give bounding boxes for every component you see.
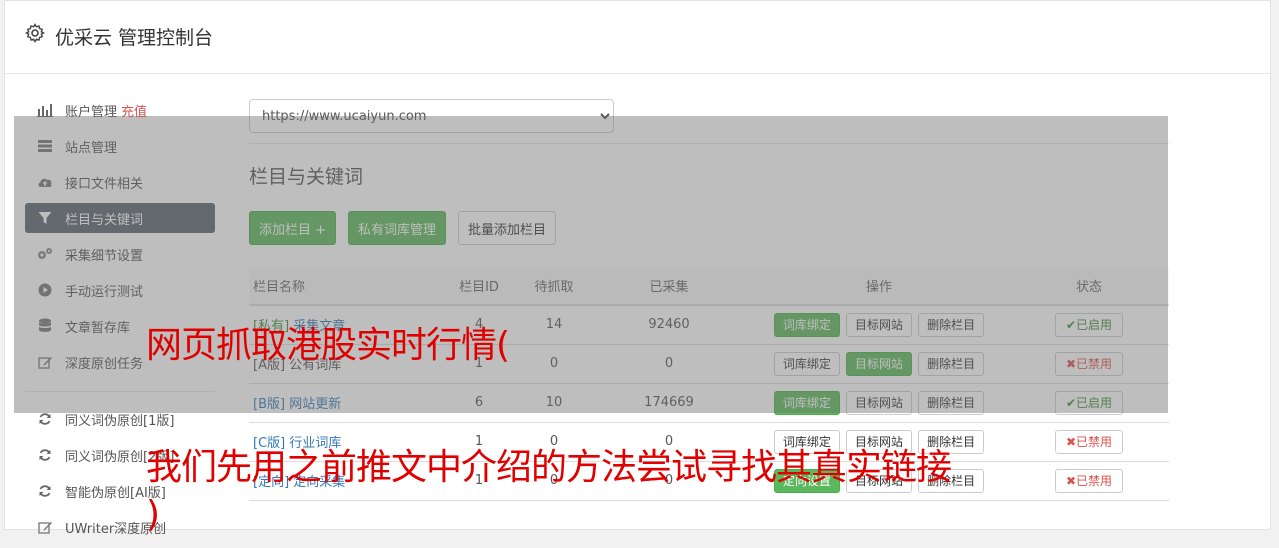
row-id: 6: [439, 383, 519, 423]
sidebar-item-interface[interactable]: 接口文件相关: [25, 167, 215, 197]
row-name-cell: [B版] 网站更新: [249, 383, 439, 423]
overlay-caption-line2: 我们先用之前推文中介绍的方法尝试寻找其真实链接: [146, 447, 952, 488]
sidebar-item-synonym-v1[interactable]: 同义词伪原创[1版]: [25, 404, 215, 434]
batch-add-button[interactable]: 批量添加栏目: [458, 211, 557, 245]
refresh-icon: [37, 447, 53, 463]
col-header-status: 状态: [1009, 267, 1169, 306]
cogs-icon: [37, 246, 53, 262]
row-status-cell: ✔已启用: [1009, 305, 1169, 345]
play-circle-icon: [37, 282, 53, 298]
sidebar-item-label: 接口文件相关: [65, 176, 144, 192]
overlay-caption-line1: 网页抓取港股实时行情(: [146, 325, 510, 366]
recharge-link[interactable]: 充值: [121, 101, 147, 120]
sidebar-item-label: 账户管理: [65, 104, 118, 120]
row-status-cell: ✖已禁用: [1009, 461, 1169, 501]
section-title: 栏目与关键词: [249, 166, 364, 188]
row-actions: 词库绑定 目标网站 删除栏目: [749, 383, 1009, 423]
table-header-row: 栏目名称 栏目ID 待抓取 已采集 操作 状态: [249, 267, 1169, 306]
sidebar-item-collect-settings[interactable]: 采集细节设置: [25, 239, 215, 269]
sidebar-item-sites[interactable]: 站点管理: [25, 131, 215, 161]
row-name-link[interactable]: 网站更新: [289, 397, 341, 412]
private-lexicon-button[interactable]: 私有词库管理: [348, 211, 447, 245]
status-toggle[interactable]: ✔已启用: [1054, 312, 1124, 337]
delete-column-button[interactable]: 删除栏目: [918, 312, 985, 337]
status-toggle[interactable]: ✖已禁用: [1054, 468, 1124, 493]
sidebar-item-label: 手动运行测试: [65, 284, 144, 300]
refresh-icon: [37, 483, 53, 499]
cloud-upload-icon: [37, 174, 53, 190]
lexicon-bind-button[interactable]: 词库绑定: [773, 351, 840, 376]
sidebar-item-label: 深度原创任务: [65, 356, 144, 372]
sidebar-item-label: 同义词伪原创[1版]: [65, 413, 175, 429]
target-site-button[interactable]: 目标网站: [845, 351, 912, 376]
row-collected: 0: [589, 344, 749, 384]
row-pending[interactable]: 14: [519, 305, 589, 345]
refresh-icon: [37, 411, 53, 427]
lexicon-bind-button[interactable]: 词库绑定: [773, 390, 840, 415]
gear-icon: [25, 23, 45, 43]
row-status-cell: ✔已启用: [1009, 383, 1169, 423]
overlay-caption-line3: ): [146, 494, 160, 535]
col-header-actions: 操作: [749, 267, 1009, 306]
status-toggle[interactable]: ✖已禁用: [1054, 351, 1124, 376]
row-collected: 174669: [589, 383, 749, 423]
row-status-cell: ✖已禁用: [1009, 344, 1169, 384]
sidebar-item-manual-run[interactable]: 手动运行测试: [25, 275, 215, 305]
row-actions: 词库绑定 目标网站 删除栏目: [749, 305, 1009, 345]
database-icon: [37, 318, 53, 334]
col-header-pending: 待抓取: [519, 267, 589, 306]
page-title: 优采云 管理控制台: [55, 27, 214, 49]
bar-chart-icon: [37, 102, 53, 118]
sidebar-divider: [25, 391, 215, 392]
divider: [249, 143, 1169, 144]
action-buttons: 添加栏目 + 私有词库管理 批量添加栏目: [249, 211, 1169, 245]
sidebar-item-columns[interactable]: 栏目与关键词: [25, 203, 215, 233]
lexicon-bind-button[interactable]: 词库绑定: [773, 312, 840, 337]
status-toggle[interactable]: ✖已禁用: [1054, 429, 1124, 454]
col-header-id: 栏目ID: [439, 267, 519, 306]
delete-column-button[interactable]: 删除栏目: [918, 390, 985, 415]
delete-column-button[interactable]: 删除栏目: [918, 351, 985, 376]
row-pending[interactable]: 0: [519, 344, 589, 384]
sidebar-item-label: 采集细节设置: [65, 248, 144, 264]
sidebar-item-uwriter[interactable]: UWriter深度原创: [25, 512, 215, 542]
site-select[interactable]: https://www.ucaiyun.com: [249, 99, 614, 133]
row-tag: [B版]: [253, 397, 286, 412]
edit-icon: [37, 354, 53, 370]
add-column-button[interactable]: 添加栏目 +: [249, 211, 337, 245]
table-row: [B版] 网站更新 6 10 174669 词库绑定 目标网站 删除栏目 ✔已启…: [249, 383, 1169, 423]
target-site-button[interactable]: 目标网站: [845, 312, 912, 337]
server-icon: [37, 138, 53, 154]
row-collected: 92460: [589, 305, 749, 345]
col-header-collected: 已采集: [589, 267, 749, 306]
edit-icon: [37, 519, 53, 535]
row-status-cell: ✖已禁用: [1009, 422, 1169, 462]
status-toggle[interactable]: ✔已启用: [1054, 390, 1124, 415]
row-pending[interactable]: 10: [519, 383, 589, 423]
sidebar-item-label: 文章暂存库: [65, 320, 131, 336]
sidebar-item-account[interactable]: 账户管理 充值: [25, 95, 215, 125]
filter-icon: [37, 210, 53, 226]
row-actions: 词库绑定 目标网站 删除栏目: [749, 344, 1009, 384]
col-header-name: 栏目名称: [249, 267, 439, 306]
target-site-button[interactable]: 目标网站: [845, 390, 912, 415]
sidebar-item-label: 站点管理: [65, 140, 118, 156]
sidebar-item-label: 栏目与关键词: [65, 212, 144, 228]
header: 优采云 管理控制台: [5, 1, 1270, 74]
